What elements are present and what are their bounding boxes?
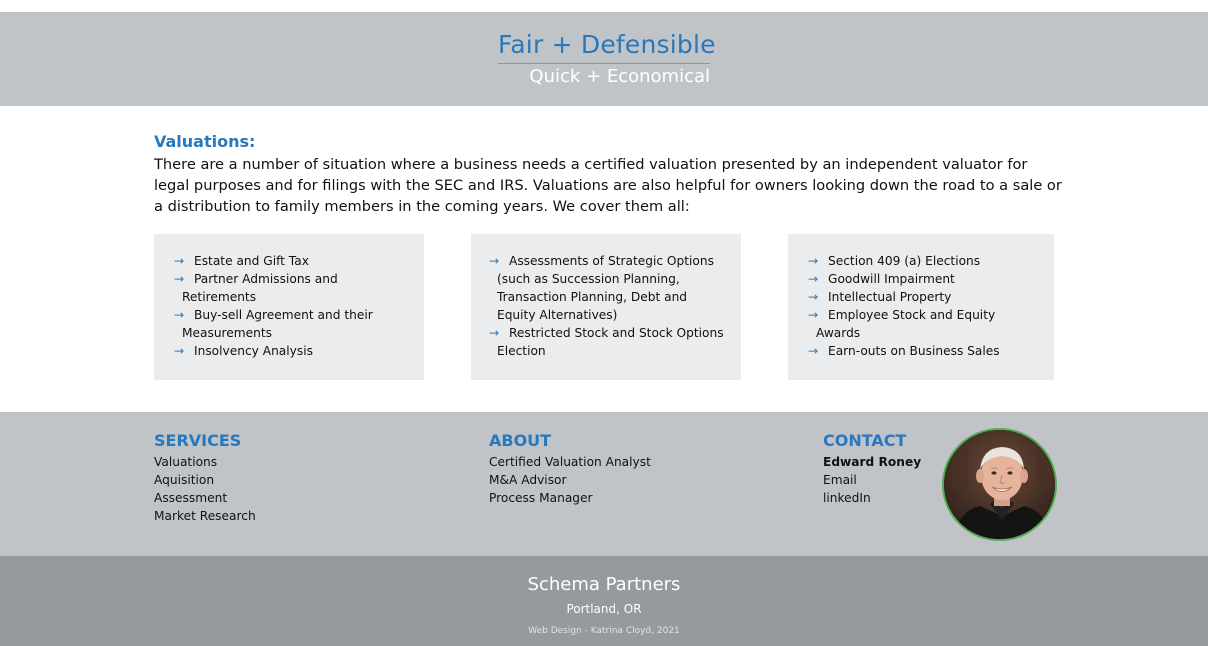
arrow-right-icon: → (808, 272, 819, 286)
arrow-right-icon: → (174, 254, 185, 268)
hero-title: Fair + Defensible (498, 30, 716, 59)
avatar-portrait-image (944, 430, 1055, 539)
site-footer: SERVICES Valuations Aquisition Assessmen… (0, 412, 1208, 556)
valuation-card-1: → Estate and Gift Tax → Partner Admissions… (154, 234, 424, 380)
hero-banner: Fair + Defensible Quick + Economical (0, 12, 1208, 106)
list-item: → Earn-outs on Business Sales (808, 344, 1000, 358)
contact-name: Edward Roney (823, 455, 922, 469)
services-heading: SERVICES (154, 431, 242, 450)
list-item: → Restricted Stock and Stock Options Elec… (489, 326, 724, 358)
valuations-intro: Valuations: There are a number of situat… (154, 132, 1064, 217)
list-item: → Employee Stock and Equity Awards (808, 308, 996, 340)
hero-text-block: Fair + Defensible Quick + Economical (498, 30, 716, 88)
list-item: → Section 409 (a) Elections (808, 254, 981, 268)
about-heading: ABOUT (489, 431, 552, 450)
valuation-list: → Section 409 (a) Elections → Goodwill Imp… (808, 252, 1042, 360)
valuation-card-2: → Assessments of Strategic Options (such … (471, 234, 741, 380)
list-item: → Intellectual Property (808, 290, 952, 304)
footer-bottom-bar: Schema Partners Portland, OR Web Design … (0, 556, 1208, 646)
arrow-right-icon: → (174, 344, 185, 358)
footer-about: ABOUT Certified Valuation Analyst M&A Ad… (489, 431, 651, 507)
list-item: → Partner Admissions and Retirements (174, 272, 338, 304)
valuations-heading: Valuations: (154, 132, 256, 151)
arrow-right-icon: → (174, 308, 185, 322)
arrow-right-icon: → (808, 254, 819, 268)
valuation-list: → Assessments of Strategic Options (such … (489, 252, 725, 360)
arrow-right-icon: → (489, 326, 500, 340)
hero-divider (498, 63, 710, 64)
list-item: → Estate and Gift Tax (174, 254, 309, 268)
footer-link-cva[interactable]: Certified Valuation Analyst (489, 453, 651, 471)
footer-link-assessment[interactable]: Assessment (154, 489, 256, 507)
list-item: → Assessments of Strategic Options (such … (489, 254, 714, 322)
footer-services: SERVICES Valuations Aquisition Assessmen… (154, 431, 256, 525)
valuation-card-3: → Section 409 (a) Elections → Goodwill Imp… (788, 234, 1054, 380)
footer-link-process-manager[interactable]: Process Manager (489, 489, 651, 507)
web-design-credit: Web Design - Katrina Cloyd, 2021 (528, 626, 680, 636)
hero-subtitle: Quick + Economical (529, 66, 710, 87)
contact-email-link[interactable]: Email (823, 471, 921, 489)
list-item: → Buy-sell Agreement and their Measuremen… (174, 308, 373, 340)
arrow-right-icon: → (808, 290, 819, 304)
footer-contact: CONTACT Edward Roney Email linkedIn (823, 431, 921, 507)
footer-link-valuations[interactable]: Valuations (154, 453, 256, 471)
company-location: Portland, OR (566, 602, 642, 616)
contact-heading: CONTACT (823, 431, 907, 450)
arrow-right-icon: → (808, 308, 819, 322)
arrow-right-icon: → (174, 272, 185, 286)
arrow-right-icon: → (808, 344, 819, 358)
list-item: → Goodwill Impairment (808, 272, 955, 286)
footer-link-ma-advisor[interactable]: M&A Advisor (489, 471, 651, 489)
footer-link-market-research[interactable]: Market Research (154, 507, 256, 525)
contact-linkedin-link[interactable]: linkedIn (823, 489, 921, 507)
avatar (942, 428, 1057, 541)
footer-link-aquisition[interactable]: Aquisition (154, 471, 256, 489)
arrow-right-icon: → (489, 254, 500, 268)
company-name: Schema Partners (527, 574, 681, 595)
valuations-description: There are a number of situation where a … (154, 156, 1062, 215)
valuation-list: → Estate and Gift Tax → Partner Admissions… (174, 252, 404, 360)
top-strip (0, 0, 1208, 12)
list-item: → Insolvency Analysis (174, 344, 313, 358)
